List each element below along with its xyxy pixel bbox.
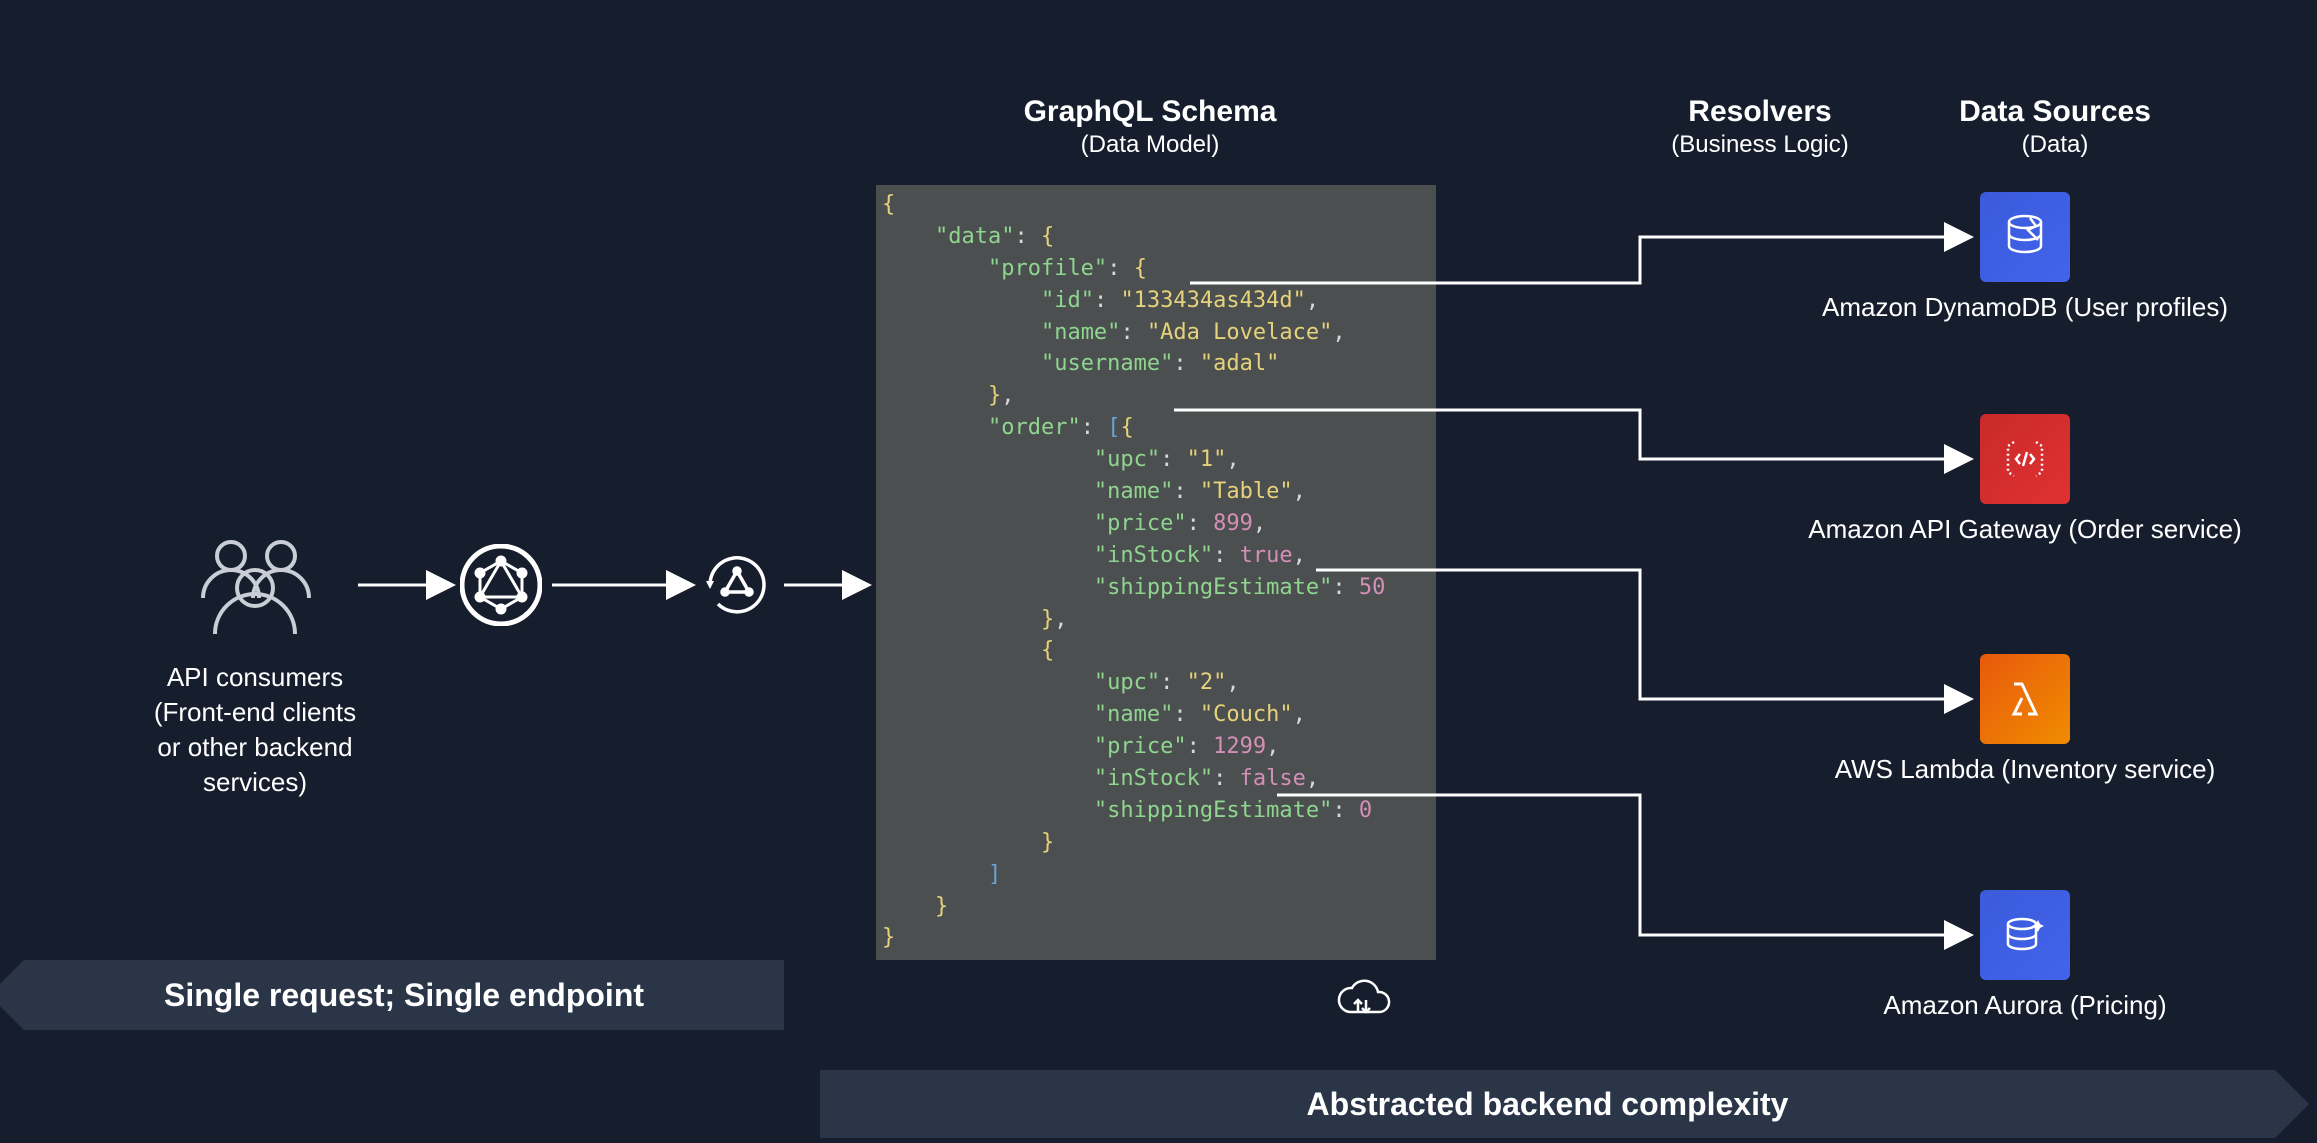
resolvers-title: Resolvers (1630, 95, 1890, 129)
dynamodb-icon (1980, 192, 2070, 282)
graphql-icon (460, 544, 542, 626)
banner-single-request: Single request; Single endpoint (24, 960, 784, 1030)
service-apigateway: Amazon API Gateway (Order service) (1980, 414, 2070, 504)
datasources-title: Data Sources (1925, 95, 2185, 129)
banner-left-text: Single request; Single endpoint (164, 977, 644, 1014)
cloud-icon (1332, 976, 1392, 1024)
appsync-icon (700, 548, 774, 622)
resolvers-header: Resolvers (Business Logic) (1630, 95, 1890, 159)
apigateway-label: Amazon API Gateway (Order service) (1808, 514, 2241, 545)
api-consumers-label: API consumers (Front-end clients or othe… (105, 660, 405, 800)
users-icon (185, 530, 325, 640)
schema-sub: (Data Model) (980, 131, 1320, 159)
dynamodb-label: Amazon DynamoDB (User profiles) (1822, 292, 2228, 323)
service-aurora: Amazon Aurora (Pricing) (1980, 890, 2070, 980)
aurora-label: Amazon Aurora (Pricing) (1883, 990, 2166, 1021)
lambda-label: AWS Lambda (Inventory service) (1835, 754, 2216, 785)
apigateway-icon (1980, 414, 2070, 504)
lambda-icon (1980, 654, 2070, 744)
service-dynamodb: Amazon DynamoDB (User profiles) (1980, 192, 2070, 282)
service-lambda: AWS Lambda (Inventory service) (1980, 654, 2070, 744)
api-consumers: API consumers (Front-end clients or othe… (105, 530, 405, 800)
banner-right-text: Abstracted backend complexity (1307, 1086, 1789, 1123)
banner-abstracted: Abstracted backend complexity (820, 1070, 2275, 1138)
resolvers-sub: (Business Logic) (1630, 131, 1890, 159)
graphql-response-code: { "data": { "profile": { "id": "133434as… (876, 185, 1436, 960)
schema-header: GraphQL Schema (Data Model) (980, 95, 1320, 159)
datasources-header: Data Sources (Data) (1925, 95, 2185, 159)
datasources-sub: (Data) (1925, 131, 2185, 159)
schema-title: GraphQL Schema (980, 95, 1320, 129)
aurora-icon (1980, 890, 2070, 980)
